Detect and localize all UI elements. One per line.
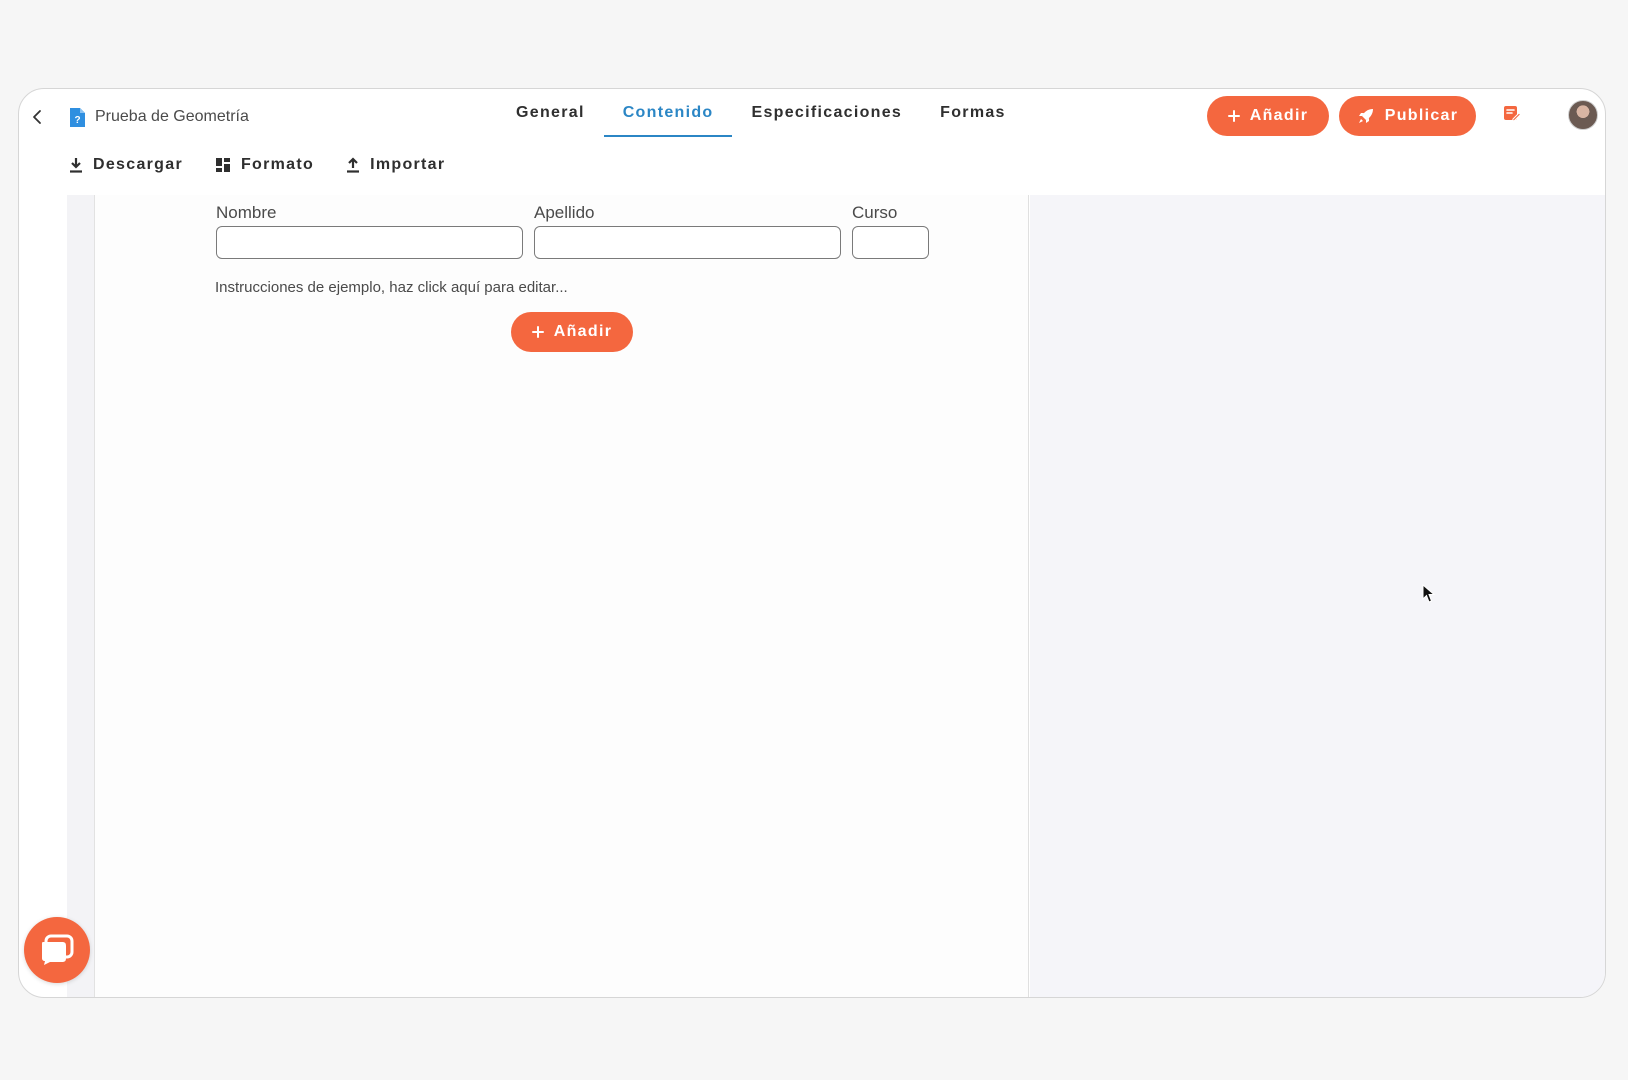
format-button-label: Formato — [240, 156, 315, 173]
publish-button-label: Publicar — [1384, 107, 1459, 124]
document-editor: Nombre Apellido Curso Instrucciones de e… — [95, 195, 1029, 997]
add-question-button[interactable]: Añadir — [511, 312, 633, 352]
import-button[interactable]: Importar — [346, 156, 445, 174]
tab-general[interactable]: General — [497, 89, 604, 137]
top-bar: ? Prueba de Geometría General Contenido … — [19, 89, 1605, 145]
upload-icon — [347, 157, 360, 173]
mouse-cursor-icon — [1422, 584, 1436, 603]
tab-formas[interactable]: Formas — [921, 89, 1025, 137]
left-gutter — [67, 195, 95, 997]
download-icon — [70, 158, 82, 173]
tab-especificaciones[interactable]: Especificaciones — [732, 89, 921, 137]
rocket-icon — [1358, 109, 1373, 123]
curso-input[interactable] — [852, 226, 929, 259]
add-button[interactable]: Añadir — [1207, 96, 1329, 136]
format-button[interactable]: Formato — [215, 156, 314, 174]
notes-edit-icon[interactable] — [1502, 103, 1526, 127]
tab-contenido[interactable]: Contenido — [603, 89, 733, 137]
plus-icon — [531, 326, 544, 338]
download-button[interactable]: Descargar — [69, 156, 183, 174]
apellido-input[interactable] — [534, 226, 841, 259]
add-button-label: Añadir — [1249, 107, 1309, 124]
document-title[interactable]: ? Prueba de Geometría — [69, 102, 249, 132]
back-button[interactable] — [25, 105, 49, 129]
toolbar: Descargar Formato Importar — [69, 145, 445, 185]
download-button-label: Descargar — [93, 156, 183, 173]
instructions-text[interactable]: Instrucciones de ejemplo, haz click aquí… — [215, 279, 568, 296]
field-label-apellido: Apellido — [534, 203, 595, 222]
document-title-text: Prueba de Geometría — [95, 108, 249, 125]
import-button-label: Importar — [370, 156, 446, 173]
publish-button[interactable]: Publicar — [1339, 96, 1476, 136]
section-tabs: General Contenido Especificaciones Forma… — [497, 89, 1025, 137]
field-label-nombre: Nombre — [216, 203, 277, 222]
grid-layout-icon — [215, 158, 230, 172]
add-question-button-label: Añadir — [553, 323, 613, 340]
plus-icon — [1227, 110, 1240, 122]
app-window: ? Prueba de Geometría General Contenido … — [18, 88, 1606, 998]
avatar[interactable] — [1568, 100, 1598, 130]
chevron-left-icon — [33, 110, 41, 124]
svg-text:?: ? — [74, 115, 80, 126]
chat-bubble-icon — [42, 934, 74, 965]
field-label-curso: Curso — [852, 203, 898, 222]
nombre-input[interactable] — [216, 226, 523, 259]
chat-button[interactable] — [24, 917, 90, 983]
right-panel — [1030, 195, 1605, 997]
question-document-icon: ? — [70, 107, 85, 127]
